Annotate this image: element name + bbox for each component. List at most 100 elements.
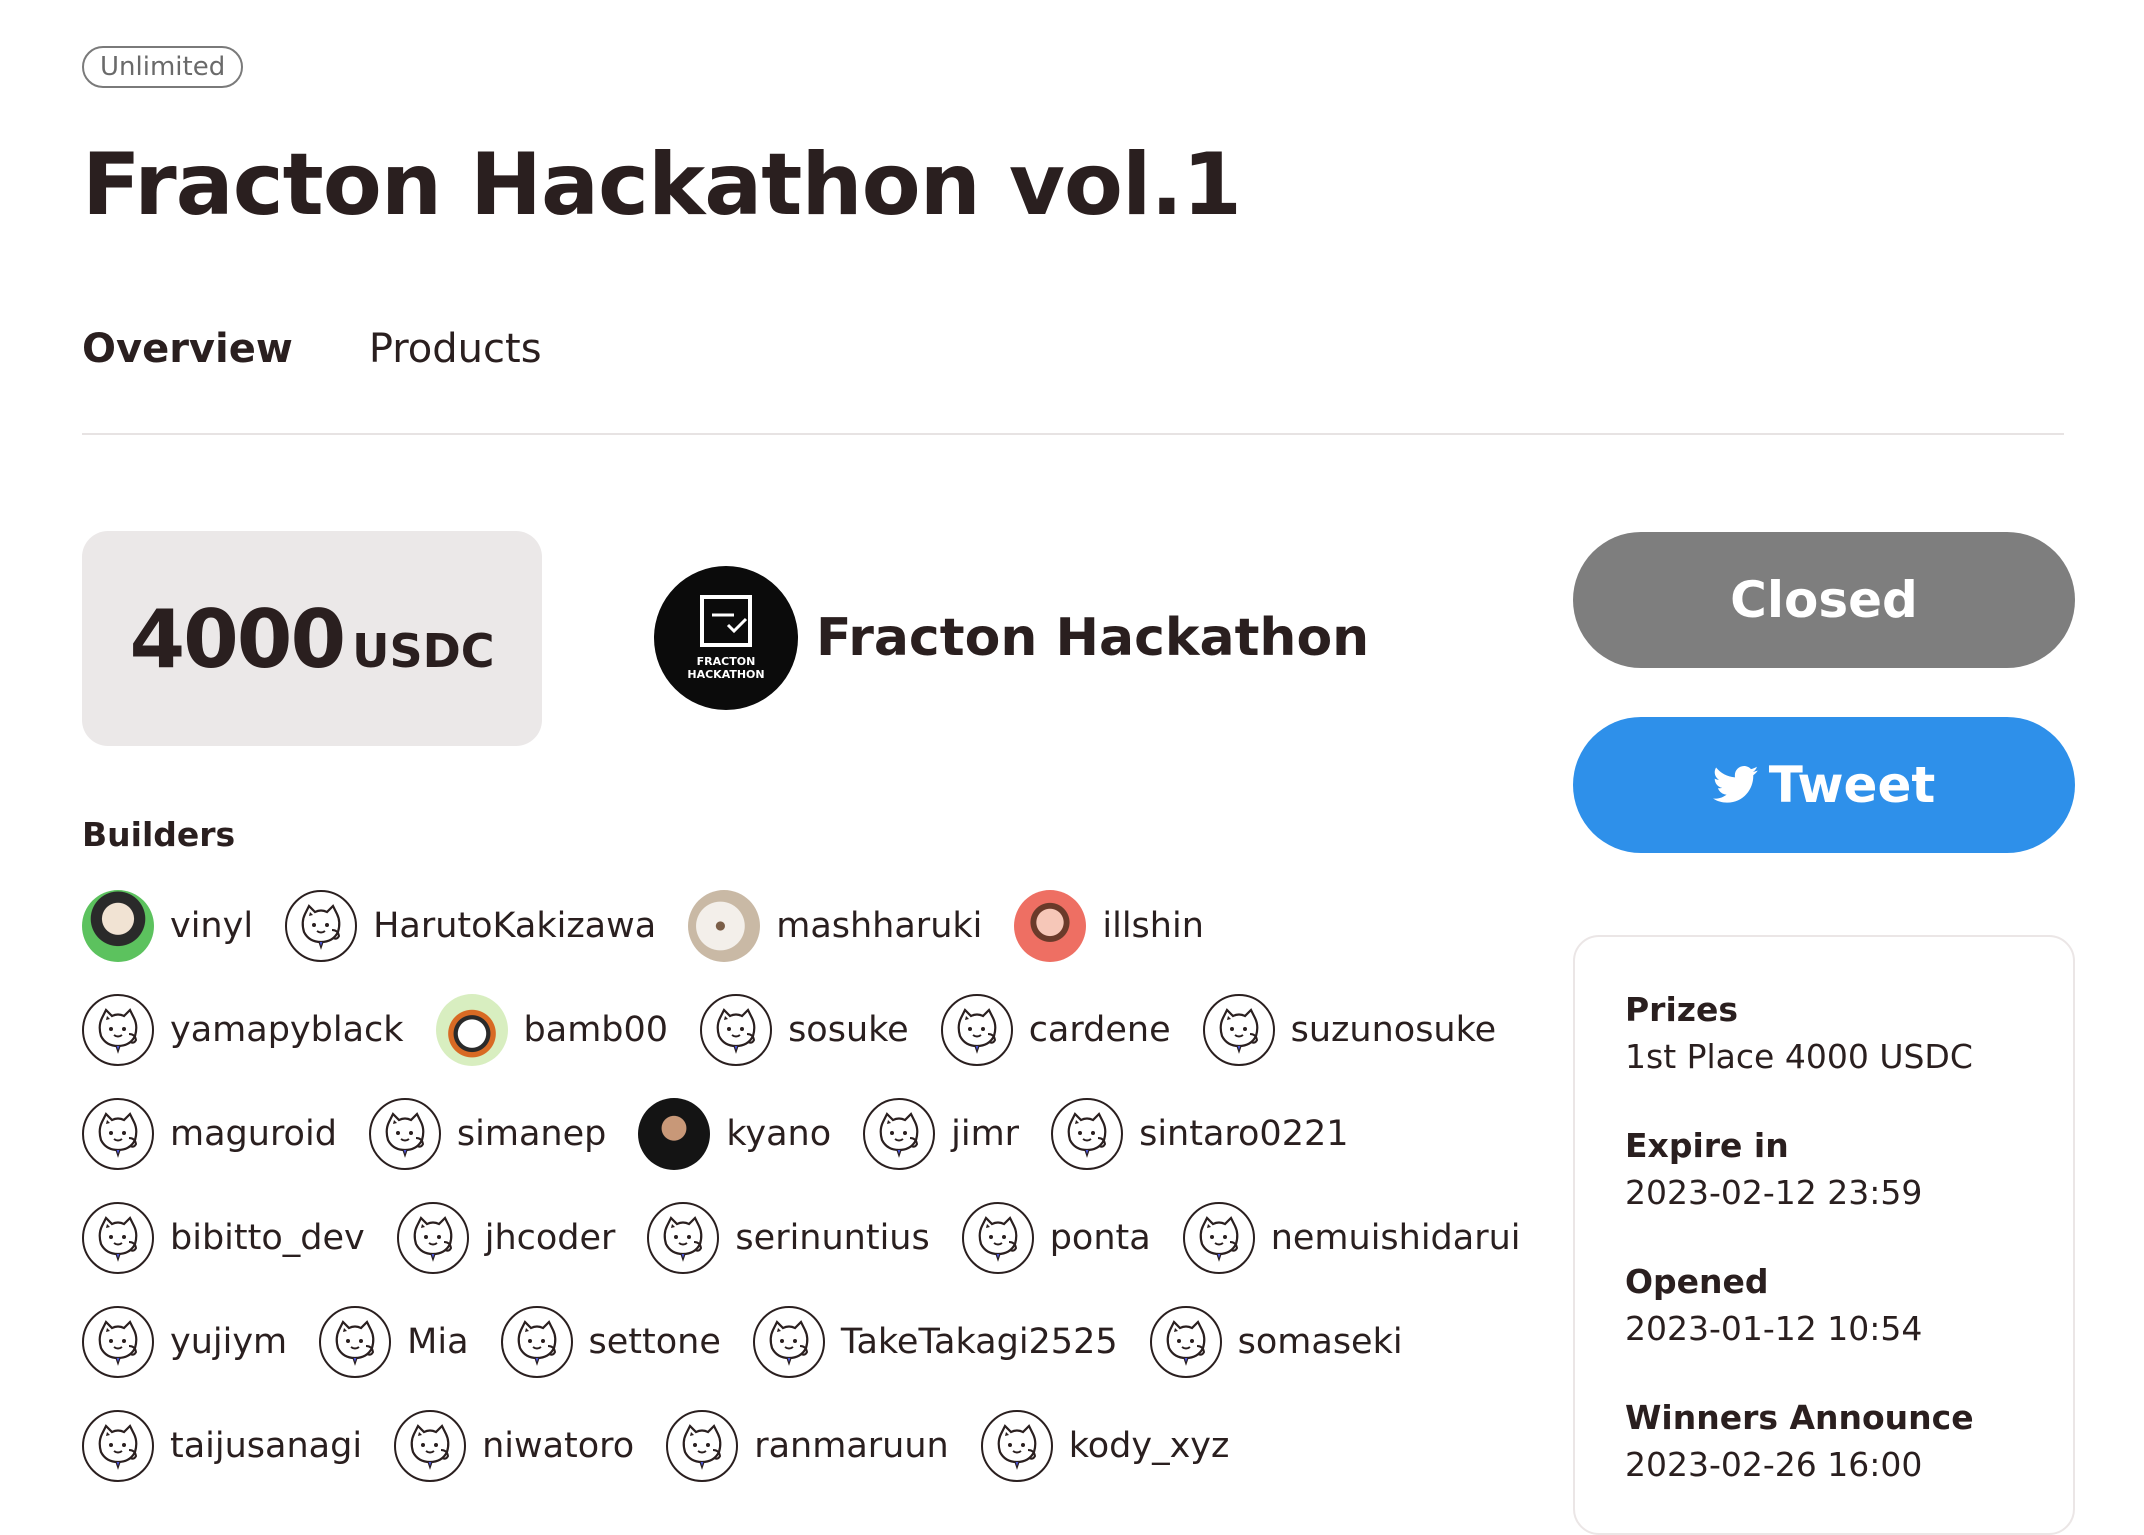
builder-name: taijusanagi bbox=[170, 1426, 363, 1466]
builder-item[interactable]: jhcoder bbox=[396, 1202, 615, 1274]
builder-name: serinuntius bbox=[735, 1218, 930, 1258]
builder-item[interactable]: suzunosuke bbox=[1202, 994, 1497, 1066]
builder-name: somaseki bbox=[1237, 1322, 1403, 1362]
cat-avatar-icon bbox=[82, 1098, 154, 1170]
builder-name: niwatoro bbox=[482, 1426, 635, 1466]
info-expire: Expire in 2023-02-12 23:59 bbox=[1625, 1123, 2073, 1217]
tab-bar: Overview Products bbox=[82, 322, 542, 376]
builder-name: nemuishidarui bbox=[1270, 1218, 1521, 1258]
builder-name: simanep bbox=[456, 1114, 607, 1154]
info-label: Prizes bbox=[1625, 990, 1739, 1029]
cat-avatar-icon bbox=[368, 1098, 441, 1170]
builder-name: Mia bbox=[407, 1322, 469, 1362]
tweet-button[interactable]: Tweet bbox=[1573, 717, 2075, 853]
builder-item[interactable]: Mia bbox=[319, 1306, 469, 1378]
cat-avatar-icon bbox=[319, 1306, 392, 1378]
builder-name: yujiym bbox=[170, 1322, 288, 1362]
builder-item[interactable]: somaseki bbox=[1149, 1306, 1403, 1378]
builder-avatar-photo bbox=[82, 890, 154, 962]
info-label: Winners Announce bbox=[1625, 1398, 1974, 1437]
builder-item[interactable]: nemuishidarui bbox=[1182, 1202, 1521, 1274]
builder-item[interactable]: niwatoro bbox=[394, 1410, 634, 1482]
builder-item[interactable]: sintaro0221 bbox=[1051, 1098, 1349, 1170]
cat-avatar-icon bbox=[863, 1098, 936, 1170]
organizer-logo-text-1: FRACTON bbox=[696, 655, 756, 668]
builder-avatar-photo bbox=[1014, 890, 1087, 962]
builder-row: vinyl HarutoKakizawa mashharuki illshin bbox=[82, 888, 1522, 964]
builder-item[interactable]: jimr bbox=[863, 1098, 1019, 1170]
builder-item[interactable]: cardene bbox=[940, 994, 1171, 1066]
builder-avatar-photo bbox=[688, 890, 761, 962]
builder-item[interactable]: kyano bbox=[638, 1098, 831, 1170]
builder-item[interactable]: mashharuki bbox=[688, 890, 982, 962]
prize-box: 4000 USDC bbox=[82, 531, 542, 746]
cat-avatar-icon bbox=[700, 994, 773, 1066]
info-value: 2023-02-12 23:59 bbox=[1625, 1173, 1923, 1212]
cat-avatar-icon bbox=[394, 1410, 467, 1482]
prize-unit: USDC bbox=[352, 624, 495, 678]
builder-avatar-photo bbox=[435, 994, 508, 1066]
unlimited-badge: Unlimited bbox=[82, 46, 244, 88]
builder-item[interactable]: HarutoKakizawa bbox=[285, 890, 656, 962]
cat-avatar-icon bbox=[82, 1202, 154, 1274]
organizer[interactable]: FRACTON HACKATHON Fracton Hackathon bbox=[654, 566, 1369, 710]
cat-avatar-icon bbox=[940, 994, 1013, 1066]
builder-name: vinyl bbox=[170, 906, 254, 946]
tab-overview[interactable]: Overview bbox=[82, 322, 293, 376]
builder-item[interactable]: vinyl bbox=[82, 890, 253, 962]
info-opened: Opened 2023-01-12 10:54 bbox=[1625, 1259, 2073, 1353]
builder-row: yamapyblack bamb00 sosuke cardene suzunosuke bbox=[82, 992, 1522, 1068]
builder-name: HarutoKakizawa bbox=[373, 906, 657, 946]
builder-item[interactable]: bamb00 bbox=[435, 994, 668, 1066]
info-winners-announce: Winners Announce 2023-02-26 16:00 bbox=[1625, 1395, 2073, 1489]
info-label: Opened bbox=[1625, 1262, 1769, 1301]
closed-button-label: Closed bbox=[1730, 571, 1918, 629]
tab-products[interactable]: Products bbox=[369, 322, 542, 376]
cat-avatar-icon bbox=[1182, 1202, 1255, 1274]
builder-item[interactable]: kody_xyz bbox=[980, 1410, 1230, 1482]
cat-avatar-icon bbox=[1051, 1098, 1124, 1170]
builder-name: settone bbox=[588, 1322, 721, 1362]
builder-name: kody_xyz bbox=[1068, 1426, 1230, 1466]
builder-item[interactable]: yujiym bbox=[82, 1306, 287, 1378]
builders-list: vinyl HarutoKakizawa mashharuki illshin yama… bbox=[82, 888, 1522, 1512]
builder-item[interactable]: settone bbox=[500, 1306, 721, 1378]
prize-amount: 4000 bbox=[129, 593, 346, 686]
page-title: Fracton Hackathon vol.1 bbox=[82, 135, 1242, 235]
cat-avatar-icon bbox=[1149, 1306, 1222, 1378]
builder-name: maguroid bbox=[170, 1114, 337, 1154]
organizer-logo: FRACTON HACKATHON bbox=[654, 566, 798, 710]
builder-row: yujiym Mia settone TakeTakagi2525 somaseki bbox=[82, 1304, 1522, 1380]
info-label: Expire in bbox=[1625, 1126, 1789, 1165]
builder-item[interactable]: serinuntius bbox=[647, 1202, 930, 1274]
builder-name: illshin bbox=[1102, 906, 1204, 946]
builder-item[interactable]: TakeTakagi2525 bbox=[752, 1306, 1118, 1378]
info-value: 1st Place 4000 USDC bbox=[1625, 1037, 1973, 1076]
builder-name: sosuke bbox=[788, 1010, 909, 1050]
builder-row: taijusanagi niwatoro ranmaruun kody_xyz bbox=[82, 1408, 1522, 1484]
builder-name: kyano bbox=[726, 1114, 832, 1154]
builder-item[interactable]: ranmaruun bbox=[666, 1410, 949, 1482]
organizer-logo-text-2: HACKATHON bbox=[687, 668, 765, 681]
builder-item[interactable]: ponta bbox=[961, 1202, 1151, 1274]
cat-avatar-icon bbox=[82, 1410, 154, 1482]
builder-name: sintaro0221 bbox=[1139, 1114, 1349, 1154]
cat-avatar-icon bbox=[82, 994, 154, 1066]
builder-name: cardene bbox=[1028, 1010, 1171, 1050]
cat-avatar-icon bbox=[500, 1306, 573, 1378]
builder-avatar-photo bbox=[638, 1098, 711, 1170]
builder-item[interactable]: taijusanagi bbox=[82, 1410, 362, 1482]
builder-item[interactable]: bibitto_dev bbox=[82, 1202, 365, 1274]
builder-item[interactable]: maguroid bbox=[82, 1098, 337, 1170]
builder-name: jimr bbox=[951, 1114, 1020, 1154]
builder-item[interactable]: simanep bbox=[368, 1098, 607, 1170]
builder-item[interactable]: sosuke bbox=[700, 994, 909, 1066]
builder-name: yamapyblack bbox=[170, 1010, 404, 1050]
builder-name: TakeTakagi2525 bbox=[840, 1322, 1118, 1362]
builder-row: bibitto_dev jhcoder serinuntius ponta nemuis… bbox=[82, 1200, 1522, 1276]
info-value: 2023-02-26 16:00 bbox=[1625, 1445, 1923, 1484]
builder-item[interactable]: yamapyblack bbox=[82, 994, 404, 1066]
builder-name: suzunosuke bbox=[1290, 1010, 1497, 1050]
closed-button[interactable]: Closed bbox=[1573, 532, 2075, 668]
builder-item[interactable]: illshin bbox=[1014, 890, 1204, 962]
